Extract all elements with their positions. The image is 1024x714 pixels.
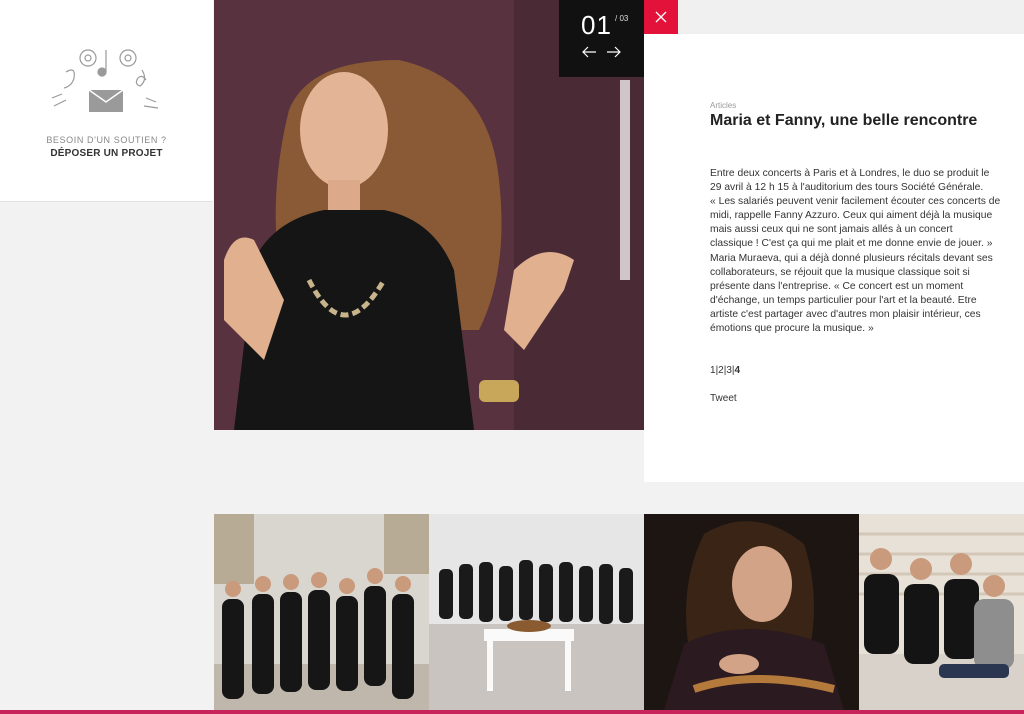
arrow-left-icon[interactable] xyxy=(580,44,598,60)
total-slides: / 03 xyxy=(615,14,629,23)
submit-project-card[interactable]: BESOIN D'UN SOUTIEN ? DÉPOSER UN PROJET xyxy=(0,0,213,202)
article-category[interactable]: Articles xyxy=(710,101,736,110)
article-panel: Articles Maria et Fanny, une belle renco… xyxy=(644,34,1024,482)
slide-counter: 01 / 03 xyxy=(559,0,644,77)
thumbnail-women-on-stairs[interactable] xyxy=(859,514,1024,710)
bottom-accent-line xyxy=(0,710,1024,714)
music-notes-envelope-icon xyxy=(51,49,159,112)
article-line: Maria Muraeva, qui a déjà donné plusieur… xyxy=(710,252,993,264)
article-line: artiste c'est partager avec d'autres mon… xyxy=(710,308,981,320)
article-line: collaborateurs, se réjouit que la musiqu… xyxy=(710,266,970,278)
support-question: BESOIN D'UN SOUTIEN ? xyxy=(46,135,167,145)
close-icon xyxy=(655,11,667,23)
current-slide-number: 01 xyxy=(581,10,612,40)
article-body: Entre deux concerts à Paris et à Londres… xyxy=(710,167,1010,336)
article-line: « Les salariés peuvent venir facilement … xyxy=(710,196,1001,208)
article-line: 29 avril à 12 h 15 à l'auditorium des to… xyxy=(710,182,984,194)
arrow-right-icon[interactable] xyxy=(605,44,623,60)
article-title: Maria et Fanny, une belle rencontre xyxy=(710,112,978,129)
article-line: d'échange, un temps particulier pour l'a… xyxy=(710,294,977,306)
close-button[interactable] xyxy=(644,0,678,34)
article-line: mais aussi ceux qui ne sont jamais allés… xyxy=(710,224,953,236)
tweet-button[interactable]: Tweet xyxy=(710,393,737,404)
page-current-4: 4 xyxy=(734,365,741,376)
thumbnail-women-choir[interactable] xyxy=(214,514,429,710)
submit-project-link[interactable]: DÉPOSER UN PROJET xyxy=(0,148,213,159)
article-line: présente dans l'entreprise. « Ce concert… xyxy=(710,280,964,292)
article-line: Entre deux concerts à Paris et à Londres… xyxy=(710,168,990,179)
article-pagination: 1|2|3|4 xyxy=(710,365,740,376)
article-line: midi, rappelle Fanny Azzuro. Ceux qui ai… xyxy=(710,210,993,222)
thumbnail-harpist-portrait[interactable] xyxy=(644,514,859,710)
thumbnail-orchestra[interactable] xyxy=(429,514,644,710)
article-line: classique ! C'est ça qui me plait et me … xyxy=(710,238,993,250)
article-line: émotions que procure la musique. » xyxy=(710,323,874,335)
top-bar xyxy=(678,0,1024,34)
